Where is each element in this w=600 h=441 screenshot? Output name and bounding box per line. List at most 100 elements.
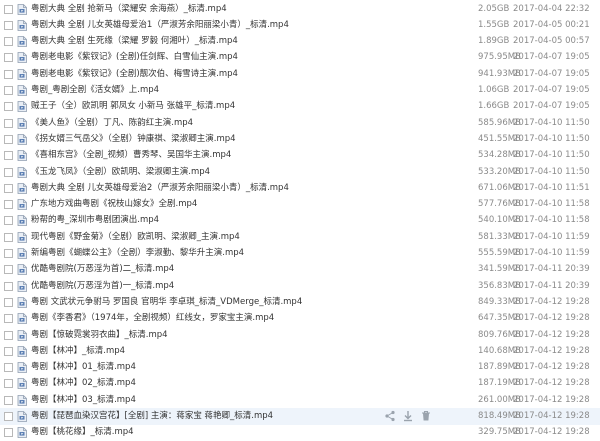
file-row[interactable]: 粤剧【琵琶血染汉宫花】[全剧] 主演：蒋家宝 蒋艳卿_标清.mp4 818.49M… bbox=[0, 408, 600, 425]
file-name[interactable]: 粤剧《李香君》（1974年，全剧视频）红线女，罗家宝主演.mp4 bbox=[31, 310, 376, 327]
file-name[interactable]: 《玉龙飞凤》（全剧）欧凯明、梁淑卿主演.mp4 bbox=[31, 164, 376, 181]
file-name[interactable]: 粤剧【林冲】03_标清.mp4 bbox=[31, 392, 376, 409]
file-row[interactable]: 粤剧【林冲】01_标清.mp4 187.89MB 2017-04-12 19:28 bbox=[0, 359, 600, 376]
file-name[interactable]: 优酷粤剧院(万恶淫为首)一_标清.mp4 bbox=[31, 278, 376, 295]
file-date: 2017-04-12 19:28 bbox=[513, 411, 590, 421]
file-date: 2017-04-12 19:28 bbox=[513, 427, 590, 438]
row-checkbox[interactable] bbox=[4, 265, 13, 275]
file-row[interactable]: 粤剧【林冲】_标清.mp4 140.68MB 2017-04-12 19:28 bbox=[0, 343, 600, 360]
row-checkbox[interactable] bbox=[4, 281, 13, 291]
file-icon bbox=[17, 52, 27, 64]
file-row[interactable]: 粤剧大典 全剧 生死缘（梁耀 罗毅 何湘叶）_标清.mp4 1.89GB 2017-… bbox=[0, 33, 600, 50]
file-name[interactable]: 粤剧【林冲】_标清.mp4 bbox=[31, 343, 376, 360]
file-row[interactable]: 新编粤剧《蝴蝶公主》（全剧）李淑勤、黎华升主演.mp4 555.59MB 2017-… bbox=[0, 245, 600, 262]
file-icon bbox=[17, 101, 27, 113]
file-name[interactable]: 粤剧大典 全剧 儿女英雄母爱治2（严淑芳余阳丽梁小青）_标清.mp4 bbox=[31, 180, 376, 197]
file-date: 2017-04-12 19:28 bbox=[513, 394, 590, 405]
file-name[interactable]: 粤剧【林冲】01_标清.mp4 bbox=[31, 359, 376, 376]
file-name[interactable]: 广东地方戏曲粤剧《祝枝山嫁女》全剧.mp4 bbox=[31, 196, 376, 213]
file-name[interactable]: 粤剧_粤剧全剧《活女婿》上.mp4 bbox=[31, 82, 376, 99]
file-row[interactable]: 广东地方戏曲粤剧《祝枝山嫁女》全剧.mp4 577.76MB 2017-04-10 … bbox=[0, 196, 600, 213]
row-checkbox[interactable] bbox=[4, 4, 13, 14]
file-row[interactable]: 粤剧【惊破霓裳羽衣曲】_标清.mp4 809.76MB 2017-04-12 19:… bbox=[0, 327, 600, 344]
file-row[interactable]: 粤剧【桃花缘】_标清.mp4 329.75MB 2017-04-12 19:28 bbox=[0, 424, 600, 441]
file-row[interactable]: 粤剧《李香君》（1974年，全剧视频）红线女，罗家宝主演.mp4 647.35MB… bbox=[0, 310, 600, 327]
file-date: 2017-04-10 11:50 bbox=[513, 133, 590, 144]
file-icon bbox=[17, 215, 27, 227]
row-checkbox[interactable] bbox=[4, 102, 13, 112]
file-row[interactable]: 现代粤剧《野金菊》（全剧）欧凯明、梁淑卿_主演.mp4 581.33MB 2017-… bbox=[0, 229, 600, 246]
row-checkbox[interactable] bbox=[4, 200, 13, 210]
file-name[interactable]: 粤剧【惊破霓裳羽衣曲】_标清.mp4 bbox=[31, 327, 376, 344]
file-row[interactable]: 粤剧_粤剧全剧《活女婿》上.mp4 1.06GB 2017-04-07 19:05 bbox=[0, 82, 600, 99]
file-row[interactable]: 粤剧老电影《紫钗记》(全剧)靓次伯、梅雪诗主演.mp4 941.93MB 2017-… bbox=[0, 66, 600, 83]
row-checkbox[interactable] bbox=[4, 167, 13, 177]
row-checkbox[interactable] bbox=[4, 151, 13, 161]
file-row[interactable]: 《美人鱼》（全剧）丁凡、陈韵红主演.mp4 585.96MB 2017-04-10 … bbox=[0, 115, 600, 132]
file-name[interactable]: 粤剧大典 全剧 抢新马（梁耀安 余海燕）_标清.mp4 bbox=[31, 1, 376, 18]
delete-icon[interactable] bbox=[420, 410, 432, 422]
share-icon[interactable] bbox=[384, 410, 396, 422]
row-checkbox[interactable] bbox=[4, 379, 13, 389]
file-row[interactable]: 粤剧大典 全剧 儿女英雄母爱治1（严淑芳余阳丽梁小青）_标清.mp4 1.55GB… bbox=[0, 17, 600, 34]
file-name[interactable]: 粤剧 文武状元争驸马 罗国良 官明华 李卓琪_标清_VDMerge_标清.mp4 bbox=[31, 294, 376, 311]
file-row[interactable]: 粤剧 文武状元争驸马 罗国良 官明华 李卓琪_标清_VDMerge_标清.mp4… bbox=[0, 294, 600, 311]
file-name[interactable]: 粤剧【桃花缘】_标清.mp4 bbox=[31, 424, 376, 441]
file-date: 2017-04-07 19:05 bbox=[513, 85, 590, 95]
row-checkbox[interactable] bbox=[4, 118, 13, 128]
file-name[interactable]: 现代粤剧《野金菊》（全剧）欧凯明、梁淑卿_主演.mp4 bbox=[31, 229, 376, 246]
file-row[interactable]: 粤剧大典 全剧 儿女英雄母爱治2（严淑芳余阳丽梁小青）_标清.mp4 671.06… bbox=[0, 180, 600, 197]
file-row[interactable]: 粉帮的粤_深圳市粤剧团演出.mp4 540.10MB 2017-04-10 11:5… bbox=[0, 212, 600, 229]
file-name[interactable]: 粤剧老电影《紫钗记》(全剧)靓次伯、梅雪诗主演.mp4 bbox=[31, 66, 376, 83]
file-date: 2017-04-12 19:28 bbox=[513, 296, 590, 307]
file-row[interactable]: 优酷粤剧院(万恶淫为首)一_标清.mp4 356.83MB 2017-04-11 2… bbox=[0, 278, 600, 295]
row-checkbox[interactable] bbox=[4, 86, 13, 95]
file-name[interactable]: 新编粤剧《蝴蝶公主》（全剧）李淑勤、黎华升主演.mp4 bbox=[31, 245, 376, 262]
row-checkbox[interactable] bbox=[4, 37, 13, 47]
file-name[interactable]: 优酷粤剧院(万恶淫为首)二_标清.mp4 bbox=[31, 261, 376, 278]
file-row[interactable]: 粤剧【林冲】02_标清.mp4 187.19MB 2017-04-12 19:28 bbox=[0, 375, 600, 392]
file-name[interactable]: 《拐女婿三气岳父》（全剧）钟康祺、梁淑卿主演.mp4 bbox=[31, 131, 376, 148]
row-checkbox[interactable] bbox=[4, 412, 13, 421]
row-checkbox[interactable] bbox=[4, 69, 13, 79]
file-row[interactable]: 粤剧大典 全剧 抢新马（梁耀安 余海燕）_标清.mp4 2.05GB 2017-04… bbox=[0, 1, 600, 18]
file-icon bbox=[17, 68, 27, 80]
file-name[interactable]: 《美人鱼》（全剧）丁凡、陈韵红主演.mp4 bbox=[31, 115, 376, 132]
file-name[interactable]: 粤剧老电影《紫钗记》(全剧)任剑辉、白雪仙主演.mp4 bbox=[31, 49, 376, 66]
file-row[interactable]: 优酷粤剧院(万恶淫为首)二_标清.mp4 341.59MB 2017-04-11 2… bbox=[0, 261, 600, 278]
download-icon[interactable] bbox=[402, 410, 414, 422]
row-checkbox[interactable] bbox=[4, 53, 13, 63]
row-checkbox[interactable] bbox=[4, 216, 13, 226]
file-icon bbox=[17, 199, 27, 210]
file-name[interactable]: 粤剧大典 全剧 儿女英雄母爱治1（严淑芳余阳丽梁小青）_标清.mp4 bbox=[31, 17, 376, 34]
row-checkbox[interactable] bbox=[4, 134, 13, 144]
file-icon bbox=[17, 150, 27, 162]
file-row[interactable]: 《玉龙飞凤》（全剧）欧凯明、梁淑卿主演.mp4 533.20MB 2017-04-1… bbox=[0, 164, 600, 181]
row-checkbox[interactable] bbox=[4, 314, 13, 324]
row-checkbox[interactable] bbox=[4, 249, 13, 258]
file-name[interactable]: 粤剧【琵琶血染汉宫花】[全剧] 主演：蒋家宝 蒋艳卿_标清.mp4 bbox=[31, 408, 376, 425]
row-checkbox[interactable] bbox=[4, 363, 13, 373]
row-checkbox[interactable] bbox=[4, 346, 13, 356]
file-date: 2017-04-05 00:21 bbox=[513, 19, 590, 30]
file-name[interactable]: 《喜相东宫》（全剧_视频）曹秀琴、吴国华主演.mp4 bbox=[31, 147, 376, 164]
file-icon bbox=[17, 248, 27, 259]
file-date: 2017-04-07 19:05 bbox=[513, 52, 590, 63]
file-row[interactable]: 贼王子（全）欧凯明 郭凤女 小新马 张雄平_标清.mp4 1.66GB 2017-0… bbox=[0, 98, 600, 115]
row-checkbox[interactable] bbox=[4, 395, 13, 405]
file-name[interactable]: 粤剧【林冲】02_标清.mp4 bbox=[31, 375, 376, 392]
file-name[interactable]: 粤剧大典 全剧 生死缘（梁耀 罗毅 何湘叶）_标清.mp4 bbox=[31, 33, 376, 50]
row-checkbox[interactable] bbox=[4, 232, 13, 242]
file-row[interactable]: 《拐女婿三气岳父》（全剧）钟康祺、梁淑卿主演.mp4 451.55MB 2017-0… bbox=[0, 131, 600, 148]
row-actions bbox=[384, 410, 432, 422]
file-name[interactable]: 粉帮的粤_深圳市粤剧团演出.mp4 bbox=[31, 212, 376, 229]
file-name[interactable]: 贼王子（全）欧凯明 郭凤女 小新马 张雄平_标清.mp4 bbox=[31, 98, 376, 115]
file-row[interactable]: 《喜相东宫》（全剧_视频）曹秀琴、吴国华主演.mp4 534.28MB 2017-0… bbox=[0, 147, 600, 164]
row-checkbox[interactable] bbox=[4, 330, 13, 340]
row-checkbox[interactable] bbox=[4, 428, 13, 438]
file-row[interactable]: 粤剧【林冲】03_标清.mp4 261.00MB 2017-04-12 19:28 bbox=[0, 392, 600, 409]
row-checkbox[interactable] bbox=[4, 183, 13, 193]
file-row[interactable]: 粤剧老电影《紫钗记》(全剧)任剑辉、白雪仙主演.mp4 975.95MB 2017-… bbox=[0, 49, 600, 66]
row-checkbox[interactable] bbox=[4, 297, 13, 307]
row-checkbox[interactable] bbox=[4, 20, 13, 30]
